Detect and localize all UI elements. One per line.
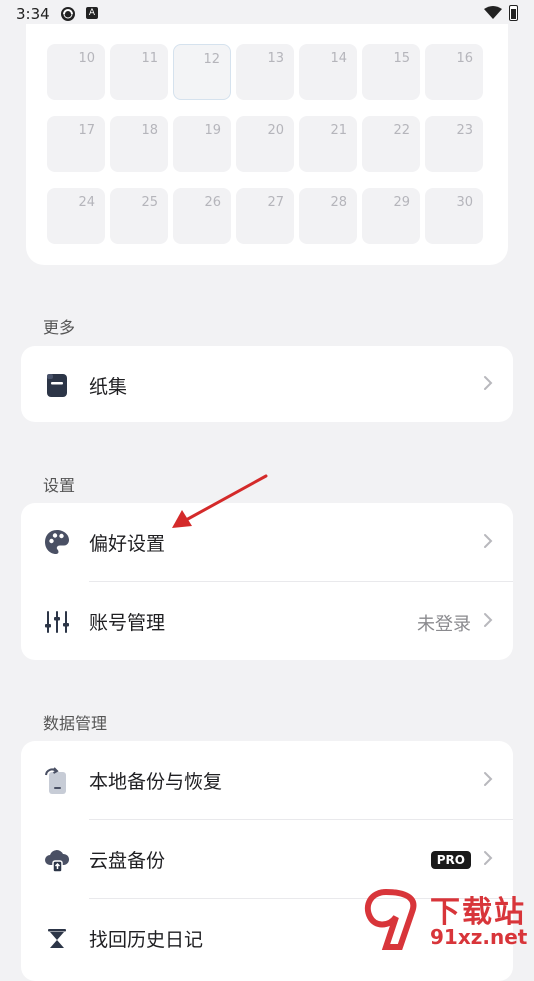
- calendar-day[interactable]: 26: [173, 188, 231, 244]
- calendar-day[interactable]: 11: [110, 44, 168, 100]
- calendar-day-number: 20: [267, 123, 284, 138]
- notification-icon: A: [86, 7, 98, 19]
- cloud-upload-icon: [45, 850, 70, 873]
- calendar-day[interactable]: 30: [425, 188, 483, 244]
- calendar-day[interactable]: 22: [362, 116, 420, 172]
- calendar-day-number: 23: [456, 123, 473, 138]
- hourglass-icon: [48, 929, 66, 948]
- calendar-day-number: 21: [330, 123, 347, 138]
- calendar-day-number: 16: [456, 51, 473, 66]
- status-time: 3:34: [16, 5, 50, 23]
- login-status: 未登录: [417, 614, 471, 635]
- calendar-day[interactable]: 18: [110, 116, 168, 172]
- calendar-day[interactable]: 23: [425, 116, 483, 172]
- notebook-icon: [47, 374, 67, 397]
- calendar-day-number: 18: [141, 123, 158, 138]
- calendar-card: 10 11 12 13 14 15 16 17 18 19 20 21 22 23 24 25 26 27 28 29…: [26, 24, 508, 265]
- section-title-data: 数据管理: [43, 714, 108, 733]
- chevron-right-icon: [484, 376, 493, 390]
- row-label: 账号管理: [89, 612, 166, 634]
- calendar-day-number: 29: [393, 195, 410, 210]
- calendar-day[interactable]: 24: [47, 188, 105, 244]
- row-label: 云盘备份: [89, 850, 166, 872]
- phone-backup-icon: [45, 767, 66, 794]
- sync-icon: [61, 7, 75, 21]
- row-account[interactable]: 账号管理 未登录: [21, 582, 513, 660]
- calendar-day-number: 13: [267, 51, 284, 66]
- row-label: 找回历史日记: [89, 929, 204, 951]
- calendar-day[interactable]: 15: [362, 44, 420, 100]
- chevron-right-icon: [484, 851, 493, 865]
- palette-icon: [45, 530, 69, 554]
- pro-badge: PRO: [430, 851, 471, 869]
- more-card: 纸集: [21, 346, 513, 422]
- calendar-day[interactable]: 10: [47, 44, 105, 100]
- calendar-day[interactable]: 29: [362, 188, 420, 244]
- watermark-domain: 91xz.net: [430, 925, 528, 949]
- chevron-right-icon: [484, 613, 493, 627]
- calendar-day-number: 14: [330, 51, 347, 66]
- section-title-settings: 设置: [43, 476, 76, 495]
- annotation-arrow: [172, 474, 268, 528]
- sliders-icon: [45, 611, 69, 633]
- calendar-day-number: 24: [78, 195, 95, 210]
- calendar-day-number: 22: [393, 123, 410, 138]
- calendar-day[interactable]: 27: [236, 188, 294, 244]
- row-label: 本地备份与恢复: [89, 771, 223, 793]
- calendar-day-number: 25: [141, 195, 158, 210]
- calendar-day-number: 26: [204, 195, 221, 210]
- calendar-day-number: 11: [141, 51, 158, 66]
- calendar-day-number: 12: [203, 52, 220, 67]
- watermark: 下载站 91xz.net: [356, 887, 534, 950]
- section-title-more: 更多: [43, 318, 76, 337]
- calendar-day-number: 28: [330, 195, 347, 210]
- wifi-icon: [484, 6, 502, 19]
- calendar-day[interactable]: 25: [110, 188, 168, 244]
- calendar-day[interactable]: 28: [299, 188, 357, 244]
- calendar-day-number: 27: [267, 195, 284, 210]
- chevron-right-icon: [484, 534, 493, 548]
- calendar-day[interactable]: 14: [299, 44, 357, 100]
- battery-icon: [509, 5, 518, 21]
- watermark-logo-icon: [364, 888, 417, 950]
- row-local-backup[interactable]: 本地备份与恢复: [21, 741, 513, 819]
- calendar-day[interactable]: 21: [299, 116, 357, 172]
- calendar-day-number: 19: [204, 123, 221, 138]
- calendar-day-number: 10: [78, 51, 95, 66]
- chevron-right-icon: [484, 772, 493, 786]
- calendar-day-number: 30: [456, 195, 473, 210]
- row-label: 纸集: [89, 376, 128, 398]
- calendar-day[interactable]: 16: [425, 44, 483, 100]
- calendar-day[interactable]: 13: [236, 44, 294, 100]
- row-label: 偏好设置: [89, 533, 166, 555]
- calendar-day-number: 17: [78, 123, 95, 138]
- calendar-day-today[interactable]: 12: [173, 44, 231, 100]
- calendar-day-number: 15: [393, 51, 410, 66]
- calendar-day[interactable]: 17: [47, 116, 105, 172]
- calendar-day[interactable]: 19: [173, 116, 231, 172]
- row-paper-collection[interactable]: 纸集: [21, 346, 513, 422]
- calendar-day[interactable]: 20: [236, 116, 294, 172]
